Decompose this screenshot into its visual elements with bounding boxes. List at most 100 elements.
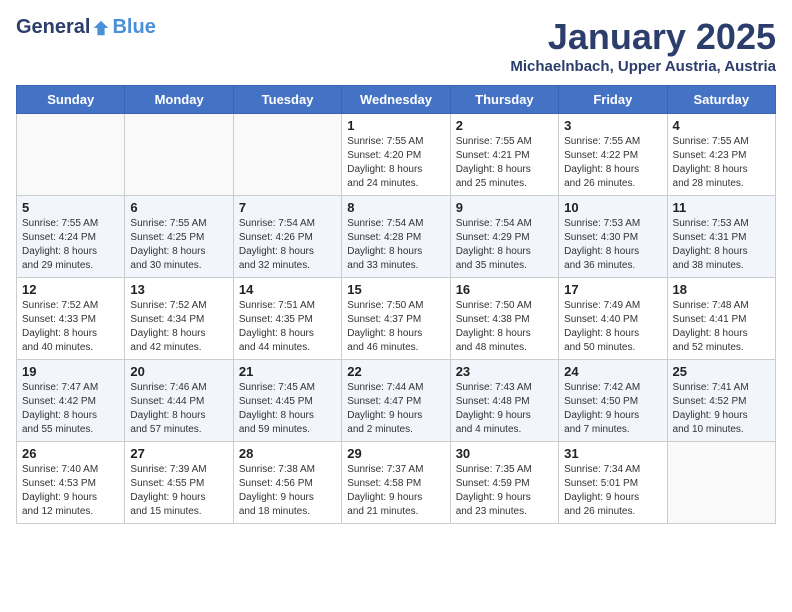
day-number: 16 — [456, 282, 553, 297]
day-info: Sunrise: 7:46 AMSunset: 4:44 PMDaylight:… — [130, 381, 227, 437]
day-info: Sunrise: 7:50 AMSunset: 4:37 PMDaylight:… — [347, 299, 444, 355]
day-info: Sunrise: 7:53 AMSunset: 4:30 PMDaylight:… — [564, 217, 661, 273]
calendar-week-4: 19Sunrise: 7:47 AMSunset: 4:42 PMDayligh… — [17, 360, 776, 442]
day-number: 27 — [130, 446, 227, 461]
calendar-cell: 20 Sunrise: 7:46 AMSunset: 4:44 PMDayligh… — [125, 360, 233, 442]
calendar-cell: 25 Sunrise: 7:41 AMSunset: 4:52 PMDayligh… — [667, 360, 775, 442]
day-info: Sunrise: 7:47 AMSunset: 4:42 PMDaylight:… — [22, 381, 119, 437]
day-info: Sunrise: 7:39 AMSunset: 4:55 PMDaylight:… — [130, 463, 227, 519]
calendar-cell: 9Sunrise: 7:54 AMSunset: 4:29 PMDaylight… — [450, 196, 558, 278]
day-info: Sunrise: 7:54 AMSunset: 4:29 PMDaylight:… — [456, 217, 553, 273]
calendar-cell: 13 Sunrise: 7:52 AMSunset: 4:34 PMDayligh… — [125, 278, 233, 360]
calendar-week-1: 1 Sunrise: 7:55 AMSunset: 4:20 PMDaylight… — [17, 114, 776, 196]
day-info: Sunrise: 7:55 AMSunset: 4:20 PMDaylight:… — [347, 135, 444, 191]
day-info: Sunrise: 7:52 AMSunset: 4:33 PMDaylight:… — [22, 299, 119, 355]
calendar-cell: 11 Sunrise: 7:53 AMSunset: 4:31 PMDayligh… — [667, 196, 775, 278]
logo: General Blue — [16, 16, 156, 39]
day-info: Sunrise: 7:53 AMSunset: 4:31 PMDaylight:… — [673, 217, 770, 273]
calendar-cell: 4Sunrise: 7:55 AMSunset: 4:23 PMDaylight… — [667, 114, 775, 196]
day-number: 24 — [564, 364, 661, 379]
day-number: 17 — [564, 282, 661, 297]
calendar-cell — [233, 114, 341, 196]
day-info: Sunrise: 7:43 AMSunset: 4:48 PMDaylight:… — [456, 381, 553, 437]
day-info: Sunrise: 7:37 AMSunset: 4:58 PMDaylight:… — [347, 463, 444, 519]
day-number: 28 — [239, 446, 336, 461]
day-info: Sunrise: 7:55 AMSunset: 4:22 PMDaylight:… — [564, 135, 661, 191]
calendar-cell: 24 Sunrise: 7:42 AMSunset: 4:50 PMDayligh… — [559, 360, 667, 442]
day-number: 30 — [456, 446, 553, 461]
calendar-header-monday: Monday — [125, 86, 233, 114]
page-header: General Blue January 2025 Michaelnbach, … — [16, 16, 776, 75]
calendar-header-tuesday: Tuesday — [233, 86, 341, 114]
day-info: Sunrise: 7:52 AMSunset: 4:34 PMDaylight:… — [130, 299, 227, 355]
calendar-header-thursday: Thursday — [450, 86, 558, 114]
day-info: Sunrise: 7:42 AMSunset: 4:50 PMDaylight:… — [564, 381, 661, 437]
calendar-cell: 16 Sunrise: 7:50 AMSunset: 4:38 PMDayligh… — [450, 278, 558, 360]
calendar-header-saturday: Saturday — [667, 86, 775, 114]
calendar-cell: 31 Sunrise: 7:34 AMSunset: 5:01 PMDayligh… — [559, 442, 667, 524]
calendar-cell: 7 Sunrise: 7:54 AMSunset: 4:26 PMDaylight… — [233, 196, 341, 278]
day-number: 10 — [564, 200, 661, 215]
month-title: January 2025 — [510, 16, 776, 58]
title-block: January 2025 Michaelnbach, Upper Austria… — [510, 16, 776, 75]
calendar-cell: 21 Sunrise: 7:45 AMSunset: 4:45 PMDayligh… — [233, 360, 341, 442]
calendar-cell: 27 Sunrise: 7:39 AMSunset: 4:55 PMDayligh… — [125, 442, 233, 524]
calendar-cell — [125, 114, 233, 196]
day-info: Sunrise: 7:45 AMSunset: 4:45 PMDaylight:… — [239, 381, 336, 437]
logo-general: General — [16, 16, 90, 39]
day-info: Sunrise: 7:35 AMSunset: 4:59 PMDaylight:… — [456, 463, 553, 519]
day-info: Sunrise: 7:54 AMSunset: 4:26 PMDaylight:… — [239, 217, 336, 273]
calendar-header-sunday: Sunday — [17, 86, 125, 114]
day-info: Sunrise: 7:55 AMSunset: 4:25 PMDaylight:… — [130, 217, 227, 273]
day-number: 6 — [130, 200, 227, 215]
calendar-cell — [17, 114, 125, 196]
calendar-week-5: 26 Sunrise: 7:40 AMSunset: 4:53 PMDayligh… — [17, 442, 776, 524]
day-number: 2 — [456, 118, 553, 133]
calendar-cell: 22Sunrise: 7:44 AMSunset: 4:47 PMDayligh… — [342, 360, 450, 442]
calendar-cell: 28 Sunrise: 7:38 AMSunset: 4:56 PMDayligh… — [233, 442, 341, 524]
calendar-cell: 17 Sunrise: 7:49 AMSunset: 4:40 PMDayligh… — [559, 278, 667, 360]
day-info: Sunrise: 7:48 AMSunset: 4:41 PMDaylight:… — [673, 299, 770, 355]
day-number: 4 — [673, 118, 770, 133]
calendar-cell: 1 Sunrise: 7:55 AMSunset: 4:20 PMDaylight… — [342, 114, 450, 196]
calendar-cell: 10 Sunrise: 7:53 AMSunset: 4:30 PMDayligh… — [559, 196, 667, 278]
day-info: Sunrise: 7:41 AMSunset: 4:52 PMDaylight:… — [673, 381, 770, 437]
day-number: 20 — [130, 364, 227, 379]
calendar-cell: 23Sunrise: 7:43 AMSunset: 4:48 PMDayligh… — [450, 360, 558, 442]
day-number: 7 — [239, 200, 336, 215]
day-info: Sunrise: 7:55 AMSunset: 4:21 PMDaylight:… — [456, 135, 553, 191]
day-number: 11 — [673, 200, 770, 215]
day-info: Sunrise: 7:49 AMSunset: 4:40 PMDaylight:… — [564, 299, 661, 355]
day-number: 25 — [673, 364, 770, 379]
calendar-cell: 15Sunrise: 7:50 AMSunset: 4:37 PMDayligh… — [342, 278, 450, 360]
day-info: Sunrise: 7:38 AMSunset: 4:56 PMDaylight:… — [239, 463, 336, 519]
calendar-cell: 5 Sunrise: 7:55 AMSunset: 4:24 PMDaylight… — [17, 196, 125, 278]
calendar-cell: 8Sunrise: 7:54 AMSunset: 4:28 PMDaylight… — [342, 196, 450, 278]
calendar-cell: 14Sunrise: 7:51 AMSunset: 4:35 PMDayligh… — [233, 278, 341, 360]
day-info: Sunrise: 7:55 AMSunset: 4:24 PMDaylight:… — [22, 217, 119, 273]
logo-blue: Blue — [112, 16, 155, 39]
calendar-table: SundayMondayTuesdayWednesdayThursdayFrid… — [16, 85, 776, 524]
day-number: 13 — [130, 282, 227, 297]
day-number: 26 — [22, 446, 119, 461]
calendar-cell: 19Sunrise: 7:47 AMSunset: 4:42 PMDayligh… — [17, 360, 125, 442]
day-number: 31 — [564, 446, 661, 461]
calendar-cell: 18Sunrise: 7:48 AMSunset: 4:41 PMDayligh… — [667, 278, 775, 360]
day-info: Sunrise: 7:34 AMSunset: 5:01 PMDaylight:… — [564, 463, 661, 519]
location: Michaelnbach, Upper Austria, Austria — [510, 58, 776, 75]
calendar-cell: 6 Sunrise: 7:55 AMSunset: 4:25 PMDaylight… — [125, 196, 233, 278]
day-number: 3 — [564, 118, 661, 133]
calendar-cell: 12 Sunrise: 7:52 AMSunset: 4:33 PMDayligh… — [17, 278, 125, 360]
day-number: 22 — [347, 364, 444, 379]
calendar-header-wednesday: Wednesday — [342, 86, 450, 114]
day-number: 5 — [22, 200, 119, 215]
day-number: 1 — [347, 118, 444, 133]
day-number: 12 — [22, 282, 119, 297]
day-info: Sunrise: 7:50 AMSunset: 4:38 PMDaylight:… — [456, 299, 553, 355]
day-info: Sunrise: 7:40 AMSunset: 4:53 PMDaylight:… — [22, 463, 119, 519]
day-number: 21 — [239, 364, 336, 379]
day-number: 29 — [347, 446, 444, 461]
calendar-cell — [667, 442, 775, 524]
day-number: 14 — [239, 282, 336, 297]
calendar-cell: 26 Sunrise: 7:40 AMSunset: 4:53 PMDayligh… — [17, 442, 125, 524]
